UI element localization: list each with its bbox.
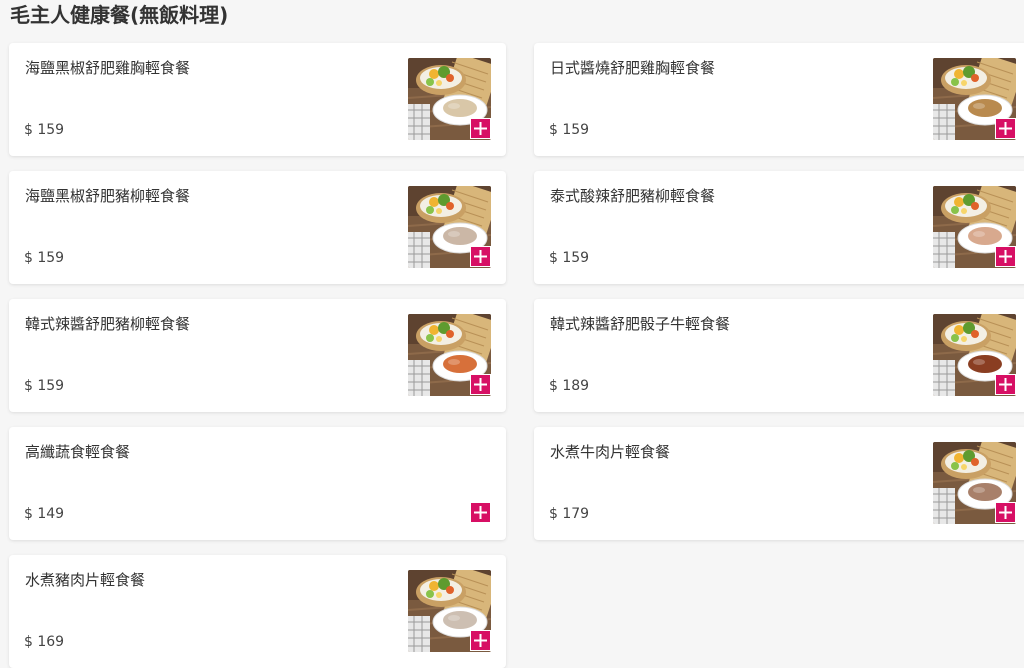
plus-icon xyxy=(999,378,1012,391)
menu-item-name: 韓式辣醬舒肥骰子牛輕食餐 xyxy=(550,315,731,333)
menu-item-card[interactable]: 高纖蔬食輕食餐 $ 149 xyxy=(9,427,506,540)
menu-item-name: 水煮牛肉片輕食餐 xyxy=(550,443,671,461)
plus-icon xyxy=(474,378,487,391)
plus-icon xyxy=(474,122,487,135)
add-to-cart-button[interactable] xyxy=(470,502,491,523)
add-to-cart-button[interactable] xyxy=(470,374,491,395)
add-to-cart-button[interactable] xyxy=(995,118,1016,139)
menu-item-price: $ 169 xyxy=(24,634,65,650)
menu-item-card[interactable]: 海鹽黑椒舒肥豬柳輕食餐 $ 159 xyxy=(9,171,506,284)
menu-item-name: 水煮豬肉片輕食餐 xyxy=(25,571,146,589)
menu-item-price: $ 159 xyxy=(549,122,590,138)
menu-item-price: $ 159 xyxy=(24,250,65,266)
menu-item-price: $ 189 xyxy=(549,378,590,394)
plus-icon xyxy=(474,506,487,519)
menu-item-card[interactable]: 泰式酸辣舒肥豬柳輕食餐 $ 159 xyxy=(534,171,1024,284)
menu-item-price: $ 159 xyxy=(549,250,590,266)
menu-item-price: $ 159 xyxy=(24,122,65,138)
add-to-cart-button[interactable] xyxy=(470,118,491,139)
plus-icon xyxy=(999,122,1012,135)
menu-item-price: $ 179 xyxy=(549,506,590,522)
add-to-cart-button[interactable] xyxy=(470,630,491,651)
plus-icon xyxy=(474,634,487,647)
menu-item-name: 海鹽黑椒舒肥雞胸輕食餐 xyxy=(25,59,191,77)
menu-item-name: 日式醬燒舒肥雞胸輕食餐 xyxy=(550,59,716,77)
menu-item-price: $ 149 xyxy=(24,506,65,522)
plus-icon xyxy=(999,506,1012,519)
section-title: 毛主人健康餐(無飯料理) xyxy=(10,3,229,27)
menu-item-card[interactable]: 韓式辣醬舒肥豬柳輕食餐 $ 159 xyxy=(9,299,506,412)
add-to-cart-button[interactable] xyxy=(995,374,1016,395)
plus-icon xyxy=(474,250,487,263)
menu-item-name: 高纖蔬食輕食餐 xyxy=(25,443,131,461)
add-to-cart-button[interactable] xyxy=(995,502,1016,523)
menu-item-name: 韓式辣醬舒肥豬柳輕食餐 xyxy=(25,315,191,333)
plus-icon xyxy=(999,250,1012,263)
menu-item-card[interactable]: 海鹽黑椒舒肥雞胸輕食餐 $ 159 xyxy=(9,43,506,156)
menu-item-name: 海鹽黑椒舒肥豬柳輕食餐 xyxy=(25,187,191,205)
add-to-cart-button[interactable] xyxy=(470,246,491,267)
menu-item-card[interactable]: 水煮牛肉片輕食餐 $ 179 xyxy=(534,427,1024,540)
menu-item-price: $ 159 xyxy=(24,378,65,394)
menu-item-card[interactable]: 水煮豬肉片輕食餐 $ 169 xyxy=(9,555,506,668)
menu-item-card[interactable]: 日式醬燒舒肥雞胸輕食餐 $ 159 xyxy=(534,43,1024,156)
add-to-cart-button[interactable] xyxy=(995,246,1016,267)
menu-item-name: 泰式酸辣舒肥豬柳輕食餐 xyxy=(550,187,716,205)
menu-item-card[interactable]: 韓式辣醬舒肥骰子牛輕食餐 $ 189 xyxy=(534,299,1024,412)
